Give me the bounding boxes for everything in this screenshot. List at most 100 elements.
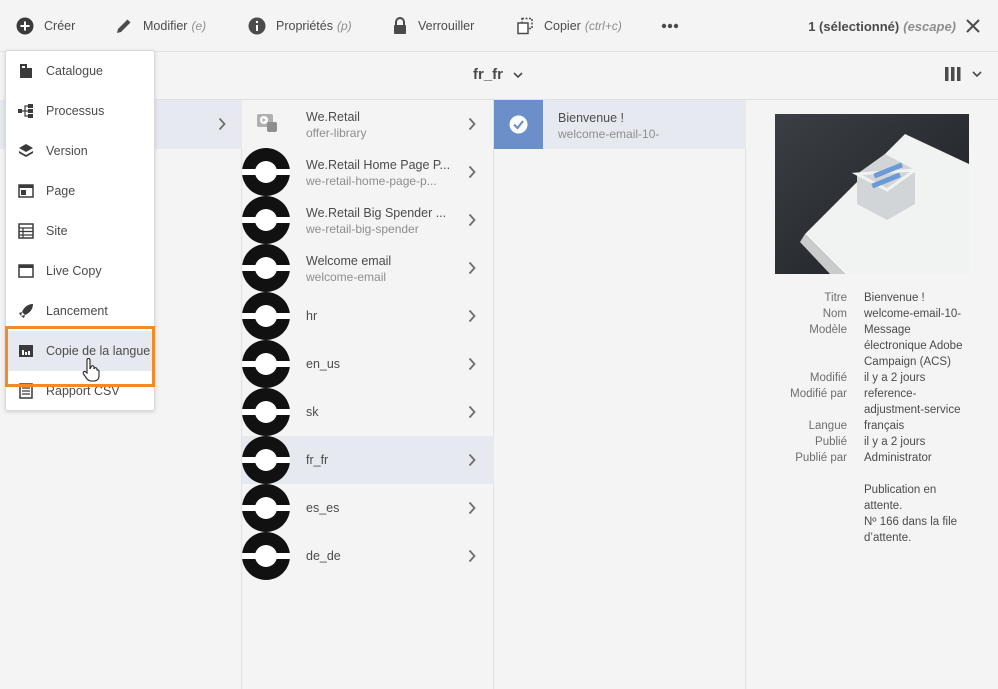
page-title: fr_fr (473, 66, 504, 83)
page-thumbnail (242, 244, 290, 292)
page-thumbnail (242, 148, 290, 196)
workflow-icon (18, 103, 34, 119)
site-icon (18, 223, 34, 239)
folder-thumbnail (242, 100, 290, 148)
item-name: we-retail-home-page-p... (306, 174, 437, 188)
selection-count: 1 (sélectionné) (escape) (808, 0, 956, 52)
page-thumbnail (242, 484, 290, 532)
menu-item-site[interactable]: Site (6, 211, 154, 251)
metadata-row: Titre Bienvenue ! (746, 290, 998, 306)
menu-item-label: Catalogue (46, 64, 103, 78)
checkmark-circle-icon (509, 115, 528, 134)
list-item[interactable]: hr (242, 292, 494, 340)
close-icon[interactable] (964, 17, 982, 35)
metadata-row: Modifié par reference-adjustment-service (746, 386, 998, 418)
metadata-row: Modifié il y a 2 jours (746, 370, 998, 386)
chevron-right-icon (468, 165, 476, 182)
list-item[interactable]: Bienvenue ! welcome-email-10- (494, 100, 746, 149)
page-thumbnail (242, 340, 290, 388)
menu-item-workflow[interactable]: Processus (6, 91, 154, 131)
edit-label: Modifier (143, 19, 188, 33)
more-icon (661, 23, 679, 29)
menu-item-layers[interactable]: Version (6, 131, 154, 171)
copy-icon (517, 17, 533, 35)
action-bar: Créer Modifier (e) Propriétés (p) Verrou… (0, 0, 998, 52)
lock-icon (394, 17, 406, 34)
menu-item-label: Lancement (46, 304, 108, 318)
metadata-row: Publié il y a 2 jours (746, 434, 998, 450)
view-switcher[interactable] (944, 66, 982, 82)
page-thumbnail (242, 196, 290, 244)
metadata-row: Langue français (746, 418, 998, 434)
breadcrumb-title[interactable]: fr_fr (473, 66, 523, 83)
copy-shortcut: (ctrl+c) (584, 19, 622, 33)
item-name: welcome-email-10- (558, 127, 660, 141)
menu-item-page[interactable]: Page (6, 171, 154, 211)
list-item[interactable]: en_us (242, 340, 494, 388)
list-item[interactable]: de_de (242, 532, 494, 580)
metadata-value: Bienvenue ! (864, 292, 925, 304)
item-title: Welcome email (306, 254, 392, 268)
publication-queue: Nº 166 dans la file d’attente. (746, 514, 998, 546)
properties-button[interactable]: Propriétés (p) (248, 0, 352, 52)
item-title: de_de (306, 549, 341, 563)
lock-label: Verrouiller (418, 19, 475, 33)
list-item[interactable]: sk (242, 388, 494, 436)
copy-button[interactable]: Copier (ctrl+c) (516, 0, 622, 52)
item-title: We.Retail Big Spender ... (306, 206, 447, 220)
menu-item-launch[interactable]: Lancement (6, 291, 154, 331)
page-thumbnail (242, 388, 290, 436)
list-item[interactable]: fr_fr (242, 436, 494, 484)
page-icon (18, 183, 34, 199)
edit-shortcut: (e) (191, 19, 207, 33)
menu-item-label: Site (46, 224, 68, 238)
metadata-value: welcome-email-10- (864, 308, 962, 320)
chevron-right-icon (468, 501, 476, 518)
lock-button[interactable]: Verrouiller (392, 0, 474, 52)
list-item[interactable]: We.Retail offer-library (242, 100, 494, 148)
more-actions-button[interactable] (661, 0, 679, 52)
metadata-row: Nom welcome-email-10- (746, 306, 998, 322)
menu-item-label: Live Copy (46, 264, 102, 278)
properties-shortcut: (p) (336, 19, 352, 33)
list-item[interactable]: es_es (242, 484, 494, 532)
list-item[interactable]: Welcome email welcome-email (242, 244, 494, 292)
menu-item-label: Rapport CSV (46, 384, 120, 398)
list-item[interactable]: We.Retail Home Page P... we-retail-home-p… (242, 148, 494, 196)
metadata-row: Publié par Administrator (746, 450, 998, 466)
menu-item-label: Processus (46, 104, 105, 118)
metadata-key: Langue (808, 420, 847, 432)
metadata-key: Nom (822, 308, 847, 320)
metadata-key: Publié par (795, 452, 847, 464)
escape-hint: (escape) (903, 18, 956, 34)
metadata-value: français (864, 420, 905, 432)
page-thumbnail (242, 436, 290, 484)
edit-button[interactable]: Modifier (e) (115, 0, 206, 52)
chevron-right-icon (218, 117, 226, 131)
column-children: We.Retail offer-library We.Retail Home Pag… (242, 100, 494, 689)
publication-queue-text: Nº 166 dans la file d’attente. (864, 516, 958, 544)
create-button[interactable]: Créer (16, 0, 75, 52)
properties-label: Propriétés (276, 19, 333, 33)
csv-report-icon (18, 383, 34, 399)
menu-item-live-copy[interactable]: Live Copy (6, 251, 154, 291)
email-thumbnail (494, 100, 543, 149)
copy-label: Copier (544, 19, 581, 33)
details-panel: Titre Bienvenue ! Nom welcome-email-10- Modè… (746, 100, 998, 689)
language-copy-icon (18, 343, 34, 359)
metadata-value: Administrator (864, 452, 932, 464)
list-item[interactable]: We.Retail Big Spender ... we-retail-big-s… (242, 196, 494, 244)
item-title: sk (306, 405, 319, 419)
info-icon (248, 17, 266, 35)
item-name: offer-library (306, 126, 367, 140)
chevron-right-icon (468, 309, 476, 326)
menu-item-language-copy[interactable]: Copie de la langue (6, 331, 154, 371)
chevron-right-icon (468, 213, 476, 230)
chevron-right-icon (468, 357, 476, 374)
menu-item-catalog[interactable]: Catalogue (6, 51, 154, 91)
publication-status-text: Publication en attente. (864, 484, 937, 512)
menu-item-csv-report[interactable]: Rapport CSV (6, 371, 154, 411)
item-title: We.Retail Home Page P... (306, 158, 451, 172)
page-thumbnail (242, 532, 290, 580)
item-name: welcome-email (306, 270, 387, 284)
